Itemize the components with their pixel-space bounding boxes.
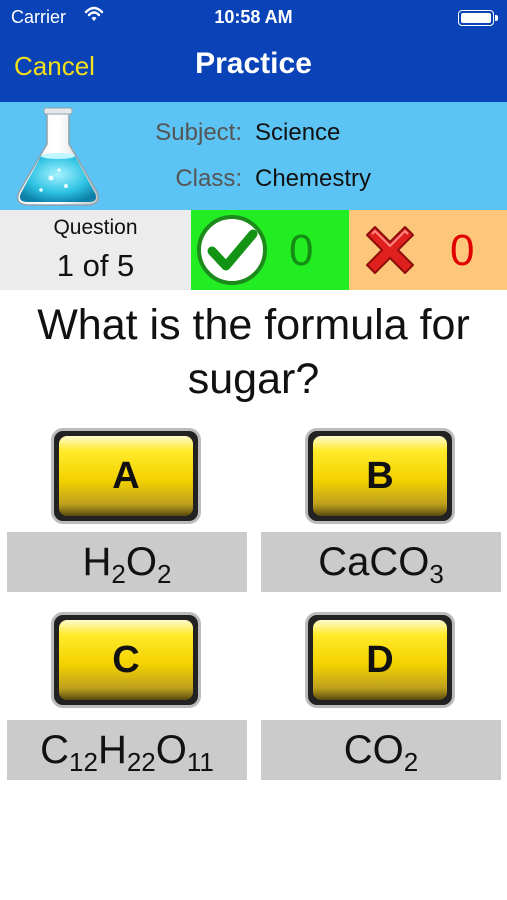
formula-subscript: 12 [69,746,98,777]
wrong-score: 0 [349,210,507,290]
question-text: What is the formula for sugar? [37,301,470,403]
question-progress: Question 1 of 5 [0,210,191,290]
subject-info-panel: Subject: Science Class: Chemestry [0,102,507,210]
answer-d-button[interactable]: D [305,612,455,708]
wrong-count: 0 [450,226,475,275]
subject-label: Subject: [155,119,242,146]
formula-text: CaCO [318,540,430,584]
answer-b-letter: B [366,454,394,497]
answer-a-text[interactable]: H2O2 [7,532,247,592]
battery-icon [458,10,498,26]
formula-text: H [97,728,127,772]
page-title: Practice [195,47,312,80]
answer-c-text[interactable]: C12H22O11 [7,720,247,780]
formula-subscript: 3 [429,558,444,589]
question-counter: 1 of 5 [56,248,135,283]
formula-subscript: 11 [186,746,214,777]
answer-d-letter: D [366,638,394,681]
answer-d-text[interactable]: CO2 [261,720,501,780]
checkmark-icon [195,213,269,287]
status-bar: Carrier 10:58 AM [0,0,507,36]
answer-c-letter: C [112,638,140,681]
answer-b-face: B [313,436,447,516]
correct-score: 0 [191,210,349,290]
class-value: Chemestry [255,165,372,192]
formula-subscript: 2 [157,558,172,589]
x-icon [353,213,427,287]
answer-b-text[interactable]: CaCO3 [261,532,501,592]
formula-subscript: 2 [111,558,126,589]
class-label: Class: [175,165,242,192]
answer-b-button[interactable]: B [305,428,455,524]
formula-text: O [155,728,187,772]
answer-a-face: A [59,436,193,516]
formula-text: H [82,540,112,584]
nav-bar: Carrier 10:58 AM Cancel Practice [0,0,507,102]
formula-text: C [40,728,70,772]
flask-icon [11,106,105,208]
formula-subscript: 2 [403,746,419,777]
question-label: Question [53,216,138,239]
formula-text: O [125,540,157,584]
answer-d-face: D [313,620,447,700]
answer-c-button[interactable]: C [51,612,201,708]
answer-a-button[interactable]: A [51,428,201,524]
formula-subscript: 22 [126,746,156,777]
subject-value: Science [255,119,341,146]
correct-count: 0 [289,226,314,275]
answer-a-letter: A [112,454,140,497]
formula-text: CO [343,728,404,772]
status-time: 10:58 AM [214,7,293,27]
answer-c-face: C [59,620,193,700]
